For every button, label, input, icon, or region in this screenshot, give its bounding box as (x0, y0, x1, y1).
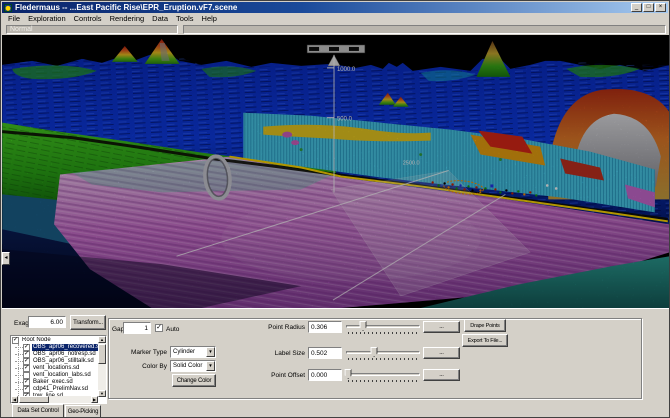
tab-geo-picking[interactable]: Geo-Picking (65, 405, 101, 418)
marker-type-label: Marker Type (120, 349, 167, 356)
gap-input[interactable] (123, 322, 151, 334)
maximize-icon[interactable]: □ (643, 3, 654, 12)
scrollbar-thumb[interactable] (98, 344, 106, 364)
tree-item[interactable]: ✓ OBS_apr06_notresp.sd (12, 351, 98, 358)
auto-label: Auto (166, 326, 179, 333)
tree-item-root[interactable]: ✓ Root Node (12, 337, 98, 344)
marker-type-value: Cylinder (173, 349, 195, 355)
view-mode-box[interactable]: Normal (6, 25, 178, 34)
color-by-label: Color By (120, 363, 167, 370)
menu-exploration[interactable]: Exploration (24, 14, 70, 24)
tree-vertical-scrollbar[interactable]: ▲ ▼ (98, 336, 106, 397)
color-by-select[interactable]: Solid Color ▼ (170, 360, 216, 372)
checkbox-icon[interactable]: ✓ (23, 358, 30, 365)
marker-type-select[interactable]: Cylinder ▼ (170, 346, 216, 358)
export-to-file-button[interactable]: Export To File... (462, 334, 508, 347)
close-icon[interactable]: × (655, 3, 666, 12)
point-radius-slider[interactable] (346, 321, 420, 335)
tree-item-label: vent_locations.sd (32, 365, 80, 372)
tree-horizontal-scrollbar[interactable]: ◀ ▶ (11, 396, 98, 403)
tree-item[interactable]: ✓ OBS_apr06_recovered.sd (12, 344, 98, 351)
tree-item-label: OBS_apr06_notresp.sd (32, 351, 97, 358)
tree-item[interactable]: ✓ OBS_apr06_stilltalk.sd (12, 358, 98, 365)
tree-item[interactable]: ✓ vent_locations.sd (12, 365, 98, 372)
control-panel: Exag Transform... ✓ Root Node ✓ OBS_apr0… (2, 308, 670, 418)
tree-item-label: vent_location_labs.sd (32, 372, 92, 379)
slider-thumb[interactable] (371, 347, 378, 357)
splitter-collapse-button[interactable]: ◂ (2, 252, 10, 265)
point-radius-label: Point Radius (257, 324, 305, 331)
label-size-input[interactable] (308, 347, 342, 359)
tree-item[interactable]: vent_location_labs.sd (12, 372, 98, 379)
point-radius-more-button[interactable]: ... (423, 321, 460, 333)
toolbar: Normal (2, 24, 668, 35)
tree-item-label: Root Node (21, 337, 52, 344)
chevron-down-icon[interactable]: ▼ (206, 347, 215, 357)
tab-data-set-control[interactable]: Data Set Control (12, 404, 64, 418)
tree-item-label: cdp41_PrelimNav.sd (32, 386, 89, 393)
checkbox-icon[interactable]: ✓ (23, 379, 30, 386)
checkbox-icon[interactable]: ✓ (23, 344, 30, 351)
chevron-down-icon[interactable]: ▼ (206, 361, 215, 371)
tree-item[interactable]: ✓ Baker_exec.sd (12, 379, 98, 386)
point-offset-input[interactable] (308, 369, 342, 381)
change-color-button[interactable]: Change Color (172, 374, 216, 387)
menu-tools[interactable]: Tools (172, 14, 198, 24)
toolbar-status-box (183, 25, 666, 34)
scroll-right-icon[interactable]: ▶ (91, 396, 98, 403)
app-bat-icon (4, 4, 12, 12)
slider-thumb[interactable] (360, 321, 367, 331)
scroll-down-icon[interactable]: ▼ (98, 390, 106, 397)
menu-data[interactable]: Data (148, 14, 172, 24)
point-radius-input[interactable] (308, 321, 342, 333)
tree-item-label: Baker_exec.sd (32, 379, 74, 386)
drape-points-button[interactable]: Drape Points (464, 319, 506, 332)
scroll-up-icon[interactable]: ▲ (98, 336, 106, 343)
viewport-3d[interactable]: 1000.0 500.0 2500.0 ◂ (2, 35, 670, 308)
point-offset-label: Point Offset (257, 372, 305, 379)
menu-rendering[interactable]: Rendering (106, 14, 149, 24)
checkbox-icon[interactable] (23, 372, 30, 379)
label-size-label: Label Size (257, 350, 305, 357)
color-by-value: Solid Color (173, 363, 202, 369)
terrain-noise-overlay (2, 35, 670, 308)
fledermaus-window: Fledermaus -- ...East Pacific Rise\EPR_E… (0, 0, 670, 418)
menubar: File Exploration Controls Rendering Data… (2, 13, 668, 24)
dataset-tree[interactable]: ✓ Root Node ✓ OBS_apr06_recovered.sd ✓ O… (10, 335, 107, 404)
menu-help[interactable]: Help (198, 14, 221, 24)
titlebar[interactable]: Fledermaus -- ...East Pacific Rise\EPR_E… (2, 2, 668, 13)
window-title: Fledermaus -- ...East Pacific Rise\EPR_E… (15, 3, 631, 13)
tree-item-label: OBS_apr06_stilltalk.sd (32, 358, 95, 365)
tree-item-label: OBS_apr06_recovered.sd (32, 344, 98, 351)
checkbox-icon[interactable]: ✓ (12, 337, 19, 344)
scene-canvas[interactable]: 1000.0 500.0 2500.0 (2, 35, 670, 308)
point-offset-more-button[interactable]: ... (423, 369, 460, 381)
checkbox-icon[interactable]: ✓ (23, 351, 30, 358)
scroll-left-icon[interactable]: ◀ (11, 396, 18, 403)
tree-item[interactable]: ✓ cdp41_PrelimNav.sd (12, 386, 98, 393)
label-size-slider[interactable] (346, 347, 420, 361)
label-size-more-button[interactable]: ... (423, 347, 460, 359)
menu-file[interactable]: File (4, 14, 24, 24)
point-offset-slider[interactable] (346, 369, 420, 383)
checkbox-icon[interactable]: ✓ (23, 365, 30, 372)
checkbox-icon[interactable]: ✓ (23, 386, 30, 393)
auto-checkbox[interactable]: ✓ (155, 324, 163, 332)
slider-thumb[interactable] (345, 369, 352, 379)
scrollbar-thumb[interactable] (19, 396, 49, 403)
minimize-icon[interactable]: _ (631, 3, 642, 12)
exag-input[interactable] (28, 316, 66, 328)
transform-button[interactable]: Transform... (70, 315, 106, 330)
exag-label: Exag (14, 320, 29, 327)
menu-controls[interactable]: Controls (70, 14, 106, 24)
